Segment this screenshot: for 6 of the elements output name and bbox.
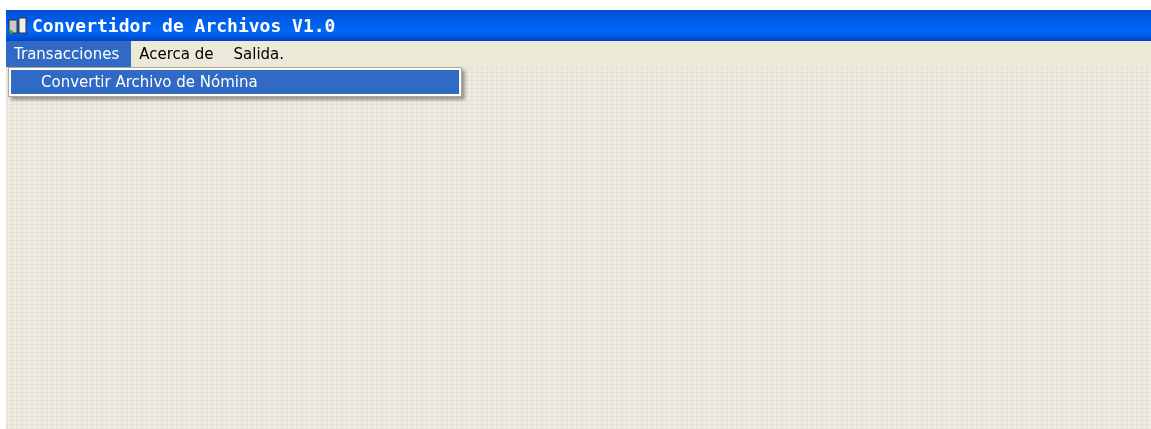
menu-item[interactable]: Transacciones [6,41,132,67]
menu-item[interactable]: Acerca de [131,41,226,67]
app-icon [8,16,28,35]
window-title: Convertidor de Archivos V1.0 [32,15,336,36]
dropdown-item[interactable]: Convertir Archivo de Nómina [11,70,459,94]
menu-item[interactable]: Salida. [225,41,297,67]
